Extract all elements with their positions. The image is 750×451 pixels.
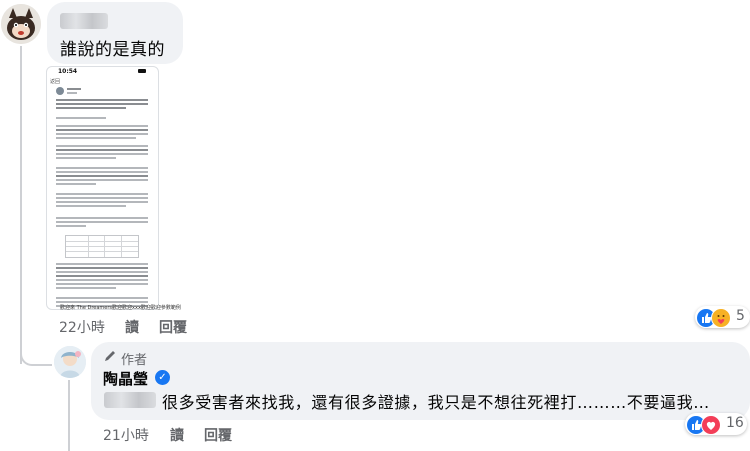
comment-reactions[interactable]: 5 [695,306,750,328]
reply-read-link[interactable]: 讀 [170,425,184,445]
comment-read-link[interactable]: 讀 [125,317,139,337]
commenter-avatar[interactable] [1,4,41,44]
screenshot-line [56,221,148,223]
screenshot-line [56,297,148,299]
screenshot-line [56,167,148,169]
screenshot-caption: 歡迎來 The Dreamers歡迎歡迎xxx歡迎歡迎參數範例 [60,305,181,311]
screenshot-line [56,263,148,265]
author-avatar[interactable] [54,346,86,378]
blurred-commenter-name[interactable] [60,13,108,29]
screenshot-line [56,157,116,159]
screenshot-line [56,193,148,195]
screenshot-line [56,137,136,139]
care-icon [711,308,731,328]
battery-icon [138,69,146,73]
comment-bubble: 誰說的是真的 [47,2,183,64]
screenshot-line [56,117,106,119]
screenshot-post-avatar [56,87,64,95]
reply-timestamp[interactable]: 21小時 [103,425,149,445]
screenshot-line [56,197,148,199]
thread-line-reply [68,380,70,451]
reaction-count: 5 [736,308,745,324]
screenshot-line [67,88,81,90]
screenshot-line [56,175,148,177]
screenshot-line [56,267,148,269]
screenshot-line [56,153,148,155]
table-col-line [88,236,89,257]
screenshot-line [56,205,126,207]
author-badge: 作者 [121,353,148,368]
cartoon-face-icon [1,4,41,44]
table-col-line [104,236,105,257]
comment-text: 誰說的是真的 [60,40,165,60]
screenshot-line [56,301,148,303]
screenshot-line [56,107,126,109]
reply-reply-link[interactable]: 回覆 [204,425,232,445]
screenshot-line [56,133,148,135]
screenshot-line [56,275,148,277]
screenshot-line [56,179,148,181]
screenshot-line [56,149,148,151]
screenshot-line [56,125,148,127]
blurred-mention[interactable] [104,392,156,408]
screenshot-line [56,225,86,227]
phone-nav-text: 返回 [50,79,61,85]
table-row-line [66,251,138,252]
thread-line-main [20,46,22,364]
screenshot-line [56,145,148,147]
table-row-line [66,246,138,247]
screenshot-line [56,129,148,131]
table-col-line [121,236,122,257]
screenshot-line [56,201,148,203]
thread-line-branch [20,348,52,366]
comment-reply-link[interactable]: 回覆 [159,317,187,337]
screenshot-line [56,279,148,281]
screenshot-table [65,235,139,258]
comment-attachment-image[interactable]: 10:54 返回 [46,66,159,310]
comment-timestamp[interactable]: 22小時 [59,317,105,337]
screenshot-line [56,99,148,101]
screenshot-line [56,271,148,273]
screenshot-line [56,171,148,173]
reply-reactions[interactable]: 16 [685,413,747,435]
screenshot-line [56,283,148,285]
screenshot-line [56,287,116,289]
reply-author-name[interactable]: 陶晶瑩 [103,368,148,389]
reply-text: 很多受害者來找我，還有很多證據，我只是不想往死裡打………不要逼我… [162,393,710,412]
screenshot-line [56,183,96,185]
phone-status-bar: 10:54 [47,67,158,76]
table-row-line [66,241,138,242]
screenshot-line [67,92,77,94]
reaction-count: 16 [726,415,744,431]
screenshot-line [56,217,148,219]
verified-badge-icon: ✓ [155,370,170,385]
author-illustration-icon [54,346,86,378]
love-icon [701,415,721,435]
phone-status-time: 10:54 [58,68,78,75]
screenshot-line [56,103,148,105]
pen-icon [105,351,115,361]
